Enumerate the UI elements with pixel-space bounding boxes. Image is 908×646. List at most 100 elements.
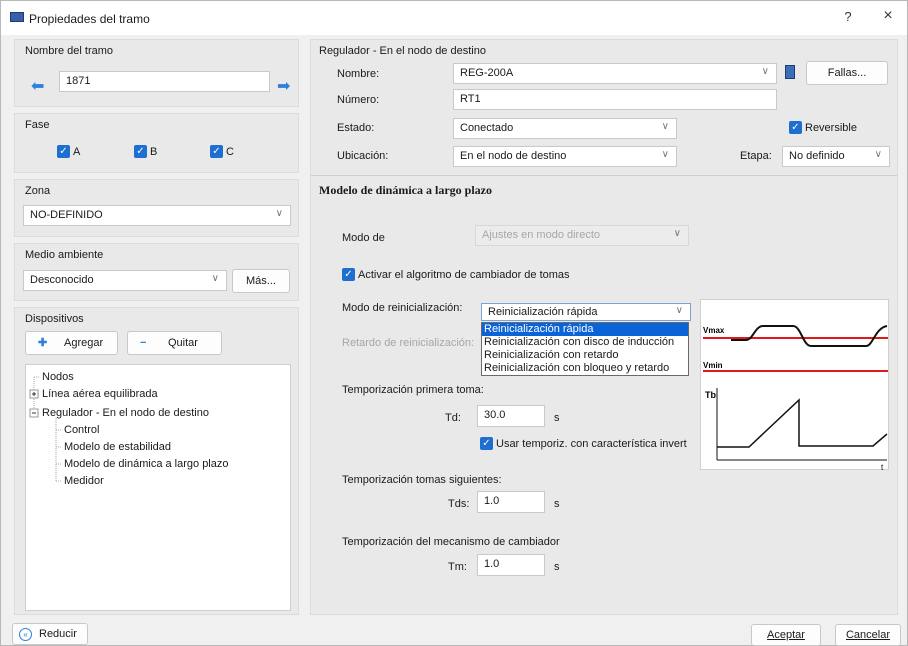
tree-item-meter[interactable]: Medidor: [64, 475, 104, 487]
chevron-down-icon: ∨: [275, 208, 283, 219]
reduce-button[interactable]: « Reducir: [12, 623, 88, 645]
app-icon: [10, 12, 24, 22]
reset-mode-select[interactable]: Reinicialización rápida ∨: [481, 303, 691, 321]
td-unit: s: [554, 412, 560, 424]
chevron-down-icon: ∨: [673, 228, 681, 239]
phase-a-label: A: [73, 146, 81, 158]
stage-select[interactable]: No definido ∨: [782, 146, 890, 167]
phase-b-label: B: [150, 146, 158, 158]
first-tap-label: Temporización primera toma:: [342, 384, 484, 396]
regulator-section-title: Regulador - En el nodo de destino: [319, 45, 486, 57]
tree-item-nodes[interactable]: Nodos: [42, 371, 74, 383]
phase-a-checkbox[interactable]: ✓: [57, 145, 70, 158]
tm-input[interactable]: 1.0: [477, 554, 545, 576]
tree-item-long-term-dynamics[interactable]: Modelo de dinámica a largo plazo: [64, 458, 229, 470]
reset-mode-value: Reinicialización rápida: [488, 306, 598, 318]
environment-panel: Medio ambiente Desconocido ∨ Más...: [14, 243, 299, 301]
zone-select[interactable]: NO-DEFINIDO ∨: [23, 205, 291, 226]
dynamics-title: Modelo de dinámica a largo plazo: [319, 183, 492, 197]
reversible-label: Reversible: [805, 122, 857, 134]
state-label: Estado:: [337, 122, 375, 134]
timing-graph: Vmax Vmin Tb t: [700, 299, 889, 472]
zone-value: NO-DEFINIDO: [30, 209, 103, 221]
reset-option-induction-disk[interactable]: Reinicialización con disco de inducción: [482, 336, 688, 349]
activate-tap-changer-label: Activar el algoritmo de cambiador de tom…: [358, 269, 570, 281]
phase-b-checkbox[interactable]: ✓: [134, 145, 147, 158]
add-device-button[interactable]: ✚ Agregar: [25, 331, 118, 355]
inverse-characteristic-label: Usar temporiz. con característica invert: [496, 438, 687, 450]
reset-option-fast[interactable]: Reinicialización rápida: [482, 323, 688, 336]
tb-text: Tb: [705, 390, 716, 400]
section-divider: [311, 175, 897, 176]
remove-device-label: Quitar: [168, 337, 198, 349]
accept-button[interactable]: Aceptar: [751, 624, 821, 646]
next-arrow-icon[interactable]: ➡: [277, 76, 290, 96]
environment-value: Desconocido: [30, 274, 94, 286]
segment-name-panel: Nombre del tramo ⬅ 1871 ➡: [14, 39, 299, 107]
add-device-label: Agregar: [64, 337, 104, 349]
phase-c-checkbox[interactable]: ✓: [210, 145, 223, 158]
location-select[interactable]: En el nodo de destino ∨: [453, 146, 677, 167]
remove-device-button[interactable]: − Quitar: [127, 331, 222, 355]
mode-select[interactable]: Ajustes en modo directo ∨: [475, 225, 689, 246]
properties-dialog: Propiedades del tramo ? × Nombre del tra…: [0, 0, 908, 646]
tree-item-overhead-line[interactable]: Línea aérea equilibrada: [42, 388, 158, 400]
reset-mode-dropdown: Reinicialización rápida Reinicialización…: [481, 322, 689, 376]
mode-label: Modo de: [342, 232, 385, 244]
phase-label: Fase: [25, 119, 50, 131]
plus-icon: ✚: [38, 337, 48, 349]
chevron-down-icon: ∨: [874, 149, 882, 160]
tree-item-regulator[interactable]: Regulador - En el nodo de destino: [42, 407, 209, 419]
number-label: Número:: [337, 94, 380, 106]
chevron-down-icon: ∨: [211, 273, 219, 284]
vmax-text: Vmax: [703, 326, 725, 335]
regulator-panel: Regulador - En el nodo de destino Nombre…: [310, 39, 898, 615]
tree-item-stability-model[interactable]: Modelo de estabilidad: [64, 441, 171, 453]
reversible-checkbox[interactable]: ✓: [789, 121, 802, 134]
devices-label: Dispositivos: [25, 313, 84, 325]
inverse-characteristic-checkbox[interactable]: ✓: [480, 437, 493, 450]
tree-item-control[interactable]: Control: [64, 424, 99, 436]
environment-label: Medio ambiente: [25, 249, 104, 261]
faults-button[interactable]: Fallas...: [806, 61, 888, 85]
cancel-button[interactable]: Cancelar: [835, 624, 901, 646]
reset-delay-label: Retardo de reinicialización:: [342, 337, 475, 349]
regulator-name-value: REG-200A: [460, 67, 514, 79]
segment-name-label: Nombre del tramo: [25, 45, 114, 57]
timer-curve: [717, 398, 888, 448]
chevron-down-icon: ∨: [661, 121, 669, 132]
reset-option-lock-delay[interactable]: Reinicialización con bloqueo y retardo: [482, 362, 688, 375]
devices-panel: Dispositivos ✚ Agregar − Quitar Nodos Lí…: [14, 307, 299, 615]
window-title: Propiedades del tramo: [29, 12, 150, 26]
stage-label: Etapa:: [740, 150, 772, 162]
activate-tap-changer-checkbox[interactable]: ✓: [342, 268, 355, 281]
state-value: Conectado: [460, 122, 514, 134]
location-label: Ubicación:: [337, 150, 389, 162]
voltage-curve: [731, 325, 888, 347]
stage-value: No definido: [789, 150, 845, 162]
zone-label: Zona: [25, 185, 51, 197]
zone-panel: Zona NO-DEFINIDO ∨: [14, 179, 299, 237]
close-button[interactable]: ×: [873, 7, 903, 25]
state-select[interactable]: Conectado ∨: [453, 118, 677, 139]
location-value: En el nodo de destino: [460, 150, 567, 162]
phase-c-label: C: [226, 146, 234, 158]
tds-unit: s: [554, 498, 560, 510]
previous-arrow-icon[interactable]: ⬅: [31, 76, 44, 96]
minus-icon: −: [140, 337, 147, 349]
tds-input[interactable]: 1.0: [477, 491, 545, 513]
regulator-name-select[interactable]: REG-200A ∨: [453, 63, 777, 84]
environment-select[interactable]: Desconocido ∨: [23, 270, 227, 291]
segment-name-input[interactable]: 1871: [59, 71, 270, 92]
vmin-text: Vmin: [703, 361, 723, 370]
reset-option-delay[interactable]: Reinicialización con retardo: [482, 349, 688, 362]
tm-unit: s: [554, 561, 560, 573]
environment-more-button[interactable]: Más...: [232, 269, 290, 293]
help-button[interactable]: ?: [833, 9, 863, 24]
td-input[interactable]: 30.0: [477, 405, 545, 427]
td-label: Td:: [445, 412, 461, 424]
number-input[interactable]: RT1: [453, 89, 777, 110]
book-icon[interactable]: [785, 65, 795, 79]
chevron-down-icon: ∨: [761, 66, 769, 77]
tds-label: Tds:: [448, 498, 470, 510]
